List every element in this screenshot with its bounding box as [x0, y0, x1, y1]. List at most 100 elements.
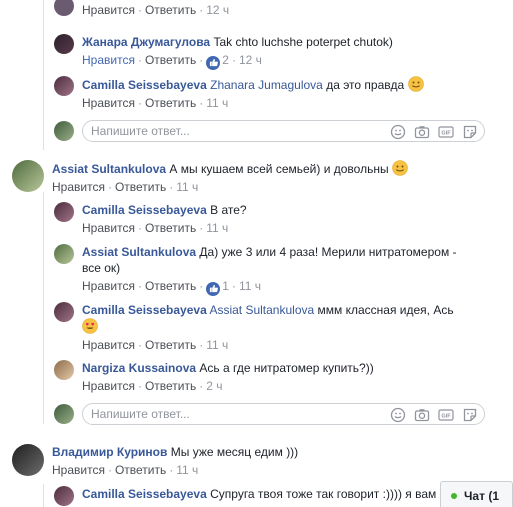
like-count[interactable]: 1	[222, 279, 229, 293]
comment-actions: Нравится · Ответить · 11 ч	[82, 96, 229, 110]
comment-actions: Нравится · Ответить · 2 ч	[82, 379, 223, 393]
mention-link[interactable]: Assiat Sultankulova	[209, 303, 314, 317]
reply-link[interactable]: Ответить	[145, 338, 196, 352]
comment: Camilla Seissebayeva Супруга твоя тоже т…	[54, 486, 453, 506]
avatar[interactable]	[54, 0, 74, 16]
comment-actions: Нравится · Ответить · 2 · 12 ч	[82, 52, 393, 70]
author-name[interactable]: Camilla Seissebayeva	[82, 303, 207, 317]
author-name[interactable]: Camilla Seissebayeva	[82, 78, 207, 92]
comment-text: Tak chto luchshe poterpet chutok)	[213, 35, 393, 49]
author-name[interactable]: Camilla Seissebayeva	[82, 203, 207, 217]
smile-emoji-icon	[392, 160, 408, 176]
reply-input[interactable]: Напишите ответ... GIF	[82, 403, 485, 425]
camera-icon[interactable]	[414, 407, 430, 423]
sticker-icon[interactable]	[462, 407, 478, 423]
comment: Nargiza Kussainova Ась а где нитратомер …	[54, 360, 374, 394]
comment: Assiat Sultankulova Да) уже 3 или 4 раза…	[54, 244, 457, 296]
like-link[interactable]: Нравится	[52, 180, 105, 194]
reply-link[interactable]: Ответить	[145, 221, 196, 235]
avatar[interactable]	[12, 160, 44, 192]
timestamp[interactable]: 11 ч	[176, 180, 198, 194]
like-link[interactable]: Нравится	[82, 96, 135, 110]
author-name[interactable]: Camilla Seissebayeva	[82, 487, 207, 501]
comment-actions: Нравится · Ответить · 11 ч	[82, 221, 229, 235]
chat-label: Чат (1	[464, 488, 499, 503]
like-link[interactable]: Нравится	[82, 279, 135, 293]
avatar[interactable]	[54, 360, 74, 380]
comment: Camilla Seissebayeva В ате? Нравится · Отв…	[54, 202, 247, 236]
like-count[interactable]: 2	[222, 53, 229, 67]
author-name[interactable]: Владимир Куринов	[52, 445, 167, 459]
timestamp[interactable]: 12 ч	[206, 3, 229, 17]
reply-placeholder: Напишите ответ...	[91, 124, 190, 138]
mention-link[interactable]: Zhanara Jumagulova	[210, 78, 323, 92]
like-link[interactable]: Нравится	[82, 221, 135, 235]
comment: Camilla Seissebayeva Zhanara Jumagulova …	[54, 76, 424, 111]
like-link[interactable]: Нравится	[82, 3, 135, 17]
thread-line	[43, 0, 44, 150]
comment: Camilla Seissebayeva Assiat Sultankulova…	[54, 302, 454, 353]
reply-input[interactable]: Напишите ответ... GIF	[82, 120, 485, 142]
reply-placeholder: Напишите ответ...	[91, 407, 190, 421]
smile-emoji-icon	[407, 76, 424, 92]
avatar[interactable]	[12, 444, 44, 476]
like-link[interactable]: Нравится	[82, 338, 135, 352]
timestamp[interactable]: 11 ч	[239, 279, 261, 293]
reply-link[interactable]: Ответить	[145, 96, 196, 110]
gif-icon[interactable]: GIF	[438, 124, 454, 140]
reply-link[interactable]: Ответить	[115, 463, 166, 477]
author-name[interactable]: Assiat Sultankulova	[52, 162, 166, 176]
comment-text: Мы уже месяц едим )))	[170, 445, 299, 459]
comment-text: Ась а где нитратомер купить?))	[199, 361, 374, 375]
avatar[interactable]	[54, 34, 74, 54]
reply-composer: Напишите ответ... GIF	[54, 120, 485, 142]
avatar[interactable]	[54, 244, 74, 264]
comment-actions: Нравится · Ответить · 11 ч	[52, 180, 199, 194]
author-name[interactable]: Assiat Sultankulova	[82, 245, 196, 259]
gif-icon[interactable]: GIF	[438, 407, 454, 423]
comment-text: да это правда	[326, 78, 405, 92]
comment-actions: Нравится · Ответить · 1 · 11 ч	[82, 278, 457, 296]
reply-link[interactable]: Ответить	[145, 379, 196, 393]
timestamp[interactable]: 12 ч	[239, 53, 262, 67]
thumbs-up-icon[interactable]	[206, 281, 221, 296]
timestamp[interactable]: 2 ч	[206, 379, 222, 393]
timestamp[interactable]: 11 ч	[206, 221, 228, 235]
heart-eyes-emoji-icon	[82, 318, 98, 334]
sticker-icon[interactable]	[462, 124, 478, 140]
like-link[interactable]: Нравится	[52, 463, 105, 477]
reply-link[interactable]: Ответить	[145, 3, 196, 17]
avatar[interactable]	[54, 302, 74, 322]
timestamp[interactable]: 11 ч	[206, 96, 228, 110]
reply-composer: Напишите ответ... GIF	[54, 403, 485, 425]
comment-text: Супруга твоя тоже так говорит :)))) я ва…	[210, 487, 453, 501]
like-link[interactable]: Нравится	[82, 53, 135, 67]
like-link[interactable]: Нравится	[82, 379, 135, 393]
author-name[interactable]: Жанара Джумагулова	[82, 35, 210, 49]
comment-text: А мы кушаем всей семьей) и довольны	[169, 162, 389, 176]
comment-text-continued: все ок)	[82, 261, 121, 275]
thread-line	[43, 192, 44, 424]
comment-text: Да) уже 3 или 4 раза! Мерили нитратомеро…	[199, 245, 457, 259]
emoji-picker-icon[interactable]	[390, 407, 406, 423]
avatar[interactable]	[54, 202, 74, 222]
comment: Жанара Джумагулова Tak chto luchshe pote…	[54, 34, 393, 70]
chat-tab[interactable]: Чат (1	[440, 481, 513, 507]
thumbs-up-icon[interactable]	[206, 55, 221, 70]
comment: Assiat Sultankulova А мы кушаем всей сем…	[12, 160, 408, 195]
thread-line	[43, 484, 44, 507]
comment: Владимир Куринов Мы уже месяц едим ))) Н…	[12, 444, 298, 478]
reply-link[interactable]: Ответить	[145, 279, 196, 293]
comment-actions: Нравится · Ответить · 11 ч	[52, 463, 199, 477]
reply-link[interactable]: Ответить	[115, 180, 166, 194]
emoji-picker-icon[interactable]	[390, 124, 406, 140]
svg-text:GIF: GIF	[441, 131, 451, 137]
timestamp[interactable]: 11 ч	[176, 463, 198, 477]
camera-icon[interactable]	[414, 124, 430, 140]
reply-link[interactable]: Ответить	[145, 53, 196, 67]
avatar[interactable]	[54, 486, 74, 506]
comment-actions: Нравится · Ответить · 12 ч	[82, 3, 230, 17]
author-name[interactable]: Nargiza Kussainova	[82, 361, 196, 375]
avatar[interactable]	[54, 76, 74, 96]
timestamp[interactable]: 11 ч	[206, 338, 228, 352]
